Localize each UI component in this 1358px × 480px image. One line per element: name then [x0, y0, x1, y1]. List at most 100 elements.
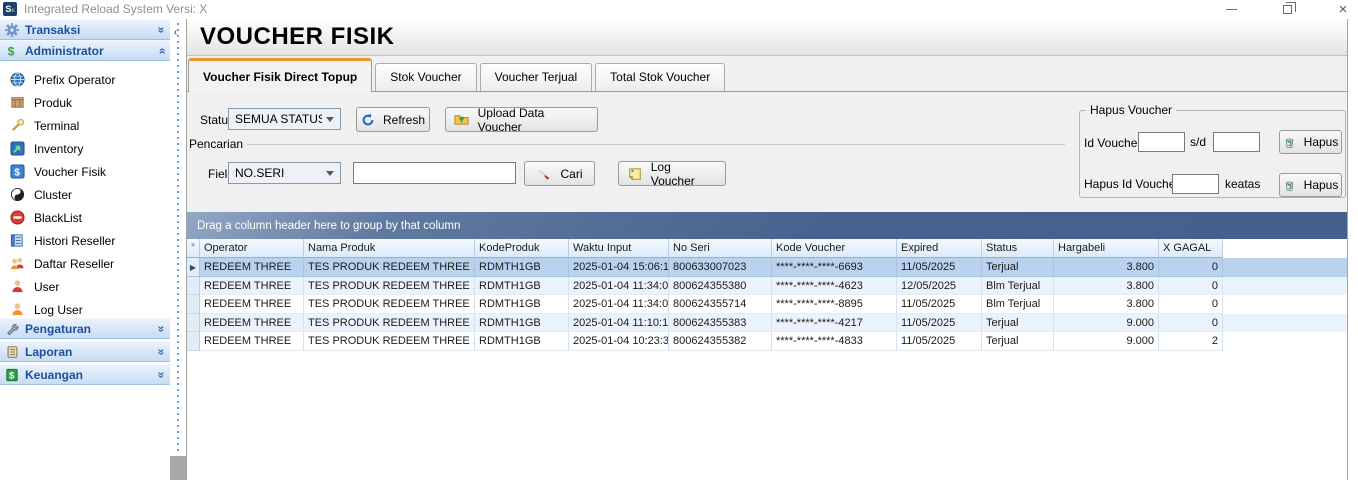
refresh-button[interactable]: Refresh	[356, 107, 430, 132]
grid-cell-status[interactable]: Blm Terjual	[982, 295, 1054, 314]
grid-cell-kode-voucher[interactable]: ****-****-****-6693	[772, 258, 897, 277]
grid-cell-status[interactable]: Blm Terjual	[982, 276, 1054, 296]
grid-cell-no-seri[interactable]: 800624355380	[669, 276, 772, 296]
grid-cell-operator[interactable]: REDEEM THREE	[200, 332, 304, 351]
grid-cell-kode-voucher[interactable]: ****-****-****-4623	[772, 276, 897, 296]
grid-cell-operator[interactable]: REDEEM THREE	[200, 295, 304, 314]
column-header-waktu-input[interactable]: Waktu Input	[569, 239, 669, 258]
column-header-no-seri[interactable]: No Seri	[669, 239, 772, 258]
grid-row[interactable]: ▶REDEEM THREETES PRODUK REDEEM THREE 1 G…	[187, 258, 1347, 277]
sidebar-splitter[interactable]: ‹	[170, 19, 186, 480]
grid-cell-hargabeli[interactable]: 9.000	[1054, 332, 1159, 351]
column-header-nama-produk[interactable]: Nama Produk	[304, 239, 475, 258]
cari-button[interactable]: Cari	[524, 161, 595, 186]
grid-cell-no-seri[interactable]: 800624355382	[669, 332, 772, 351]
grid-cell-expired[interactable]: 11/05/2025	[897, 313, 982, 333]
sidebar-item-daftar-reseller[interactable]: Daftar Reseller	[0, 252, 170, 275]
column-header-operator[interactable]: Operator	[200, 239, 304, 258]
grid-cell-x-gagal[interactable]: 0	[1159, 276, 1223, 296]
grid-cell-hargabeli[interactable]: 9.000	[1054, 313, 1159, 333]
grid-cell-hargabeli[interactable]: 3.800	[1054, 258, 1159, 277]
sidebar-section-transaksi[interactable]: Transaksi »	[0, 19, 170, 40]
grid-cell-status[interactable]: Terjual	[982, 258, 1054, 277]
grid-cell-status[interactable]: Terjual	[982, 313, 1054, 333]
grid-row[interactable]: REDEEM THREETES PRODUK REDEEM THREE 1 GB…	[187, 295, 1347, 314]
sidebar-section-pengaturan[interactable]: Pengaturan »	[0, 318, 170, 339]
grid-cell-waktu-input[interactable]: 2025-01-04 15:06:1	[569, 258, 669, 277]
row-indicator-cell[interactable]	[187, 332, 200, 351]
column-header-kode-voucher[interactable]: Kode Voucher	[772, 239, 897, 258]
grid-cell-expired[interactable]: 12/05/2025	[897, 276, 982, 296]
grid-cell-kode-produk[interactable]: RDMTH1GB	[475, 276, 569, 296]
grid-cell-waktu-input[interactable]: 2025-01-04 11:34:0	[569, 276, 669, 296]
grid-cell-no-seri[interactable]: 800624355383	[669, 313, 772, 333]
row-indicator-cell[interactable]	[187, 313, 200, 333]
grid-cell-waktu-input[interactable]: 2025-01-04 11:10:18	[569, 313, 669, 333]
grid-cell-nama-produk[interactable]: TES PRODUK REDEEM THREE 1 GB	[304, 276, 475, 296]
grid-cell-kode-produk[interactable]: RDMTH1GB	[475, 258, 569, 277]
grid-cell-x-gagal[interactable]: 0	[1159, 295, 1223, 314]
sidebar-item-cluster[interactable]: Cluster	[0, 183, 170, 206]
row-indicator-cell[interactable]: ▶	[187, 258, 200, 277]
grid-cell-nama-produk[interactable]: TES PRODUK REDEEM THREE 1 GB	[304, 332, 475, 351]
hapus-id-voucher-input[interactable]	[1172, 174, 1219, 194]
grid-cell-no-seri[interactable]: 800624355714	[669, 295, 772, 314]
sidebar-section-laporan[interactable]: Laporan »	[0, 341, 170, 362]
grid-cell-expired[interactable]: 11/05/2025	[897, 258, 982, 277]
sidebar-item-voucher-fisik[interactable]: $ Voucher Fisik	[0, 160, 170, 183]
grid-cell-waktu-input[interactable]: 2025-01-04 10:23:34	[569, 332, 669, 351]
close-button[interactable]: ×	[1334, 2, 1352, 18]
row-indicator-header[interactable]: *	[187, 239, 200, 258]
search-input[interactable]	[353, 162, 516, 184]
sidebar-item-blacklist[interactable]: BlackList	[0, 206, 170, 229]
sidebar-item-prefix-operator[interactable]: Prefix Operator	[0, 68, 170, 91]
sidebar-item-terminal[interactable]: Terminal	[0, 114, 170, 137]
status-dropdown[interactable]: SEMUA STATUS	[228, 108, 341, 130]
grid-cell-waktu-input[interactable]: 2025-01-04 11:34:0	[569, 295, 669, 314]
grid-group-by-bar[interactable]: Drag a column header here to group by th…	[187, 212, 1347, 239]
column-header-hargabeli[interactable]: Hargabeli	[1054, 239, 1159, 258]
tab-stok-voucher[interactable]: Stok Voucher	[375, 63, 477, 92]
grid-cell-kode-voucher[interactable]: ****-****-****-4217	[772, 313, 897, 333]
grid-cell-operator[interactable]: REDEEM THREE	[200, 258, 304, 277]
sidebar-item-histori-reseller[interactable]: Histori Reseller	[0, 229, 170, 252]
grid-cell-operator[interactable]: REDEEM THREE	[200, 276, 304, 296]
tab-voucher-terjual[interactable]: Voucher Terjual	[479, 63, 593, 92]
restore-button[interactable]	[1278, 2, 1296, 18]
grid-cell-kode-produk[interactable]: RDMTH1GB	[475, 313, 569, 333]
grid-cell-kode-produk[interactable]: RDMTH1GB	[475, 332, 569, 351]
grid-row[interactable]: REDEEM THREETES PRODUK REDEEM THREE 1 GB…	[187, 313, 1347, 333]
grid-cell-expired[interactable]: 11/05/2025	[897, 332, 982, 351]
grid-cell-kode-produk[interactable]: RDMTH1GB	[475, 295, 569, 314]
grid-cell-kode-voucher[interactable]: ****-****-****-4833	[772, 332, 897, 351]
row-indicator-cell[interactable]	[187, 276, 200, 296]
log-voucher-button[interactable]: Log Voucher	[618, 160, 726, 188]
grid-cell-nama-produk[interactable]: TES PRODUK REDEEM THREE 1 GB	[304, 258, 475, 277]
grid-cell-operator[interactable]: REDEEM THREE	[200, 313, 304, 333]
column-header-x-gagal[interactable]: X GAGAL	[1159, 239, 1223, 258]
sidebar-item-inventory[interactable]: Inventory	[0, 137, 170, 160]
grid-cell-hargabeli[interactable]: 3.800	[1054, 295, 1159, 314]
tab-total-stok-voucher[interactable]: Total Stok Voucher	[595, 63, 726, 92]
column-header-kodeproduk[interactable]: KodeProduk	[475, 239, 569, 258]
grid-cell-hargabeli[interactable]: 3.800	[1054, 276, 1159, 296]
hapus-range-button[interactable]: Hapus	[1279, 130, 1342, 154]
row-indicator-cell[interactable]	[187, 295, 200, 314]
grid-cell-x-gagal[interactable]: 2	[1159, 332, 1223, 351]
grid-cell-status[interactable]: Terjual	[982, 332, 1054, 351]
sidebar-section-administrator[interactable]: $ Administrator »	[0, 40, 170, 61]
grid-cell-nama-produk[interactable]: TES PRODUK REDEEM THREE 1 GB	[304, 295, 475, 314]
sidebar-item-produk[interactable]: Produk	[0, 91, 170, 114]
upload-data-voucher-button[interactable]: Upload Data Voucher	[445, 106, 598, 134]
field-dropdown[interactable]: NO.SERI	[228, 162, 341, 184]
minimize-button[interactable]	[1222, 2, 1240, 18]
column-header-status[interactable]: Status	[982, 239, 1054, 258]
id-voucher-to-input[interactable]	[1213, 132, 1260, 152]
grid-row[interactable]: REDEEM THREETES PRODUK REDEEM THREE 1 GB…	[187, 332, 1347, 351]
grid-row[interactable]: REDEEM THREETES PRODUK REDEEM THREE 1 GB…	[187, 276, 1347, 296]
column-header-expired[interactable]: Expired	[897, 239, 982, 258]
grid-cell-x-gagal[interactable]: 0	[1159, 258, 1223, 277]
tab-voucher-fisik-direct-topup[interactable]: Voucher Fisik Direct Topup	[188, 58, 373, 93]
grid-cell-kode-voucher[interactable]: ****-****-****-8895	[772, 295, 897, 314]
grid-cell-nama-produk[interactable]: TES PRODUK REDEEM THREE 1 GB	[304, 313, 475, 333]
